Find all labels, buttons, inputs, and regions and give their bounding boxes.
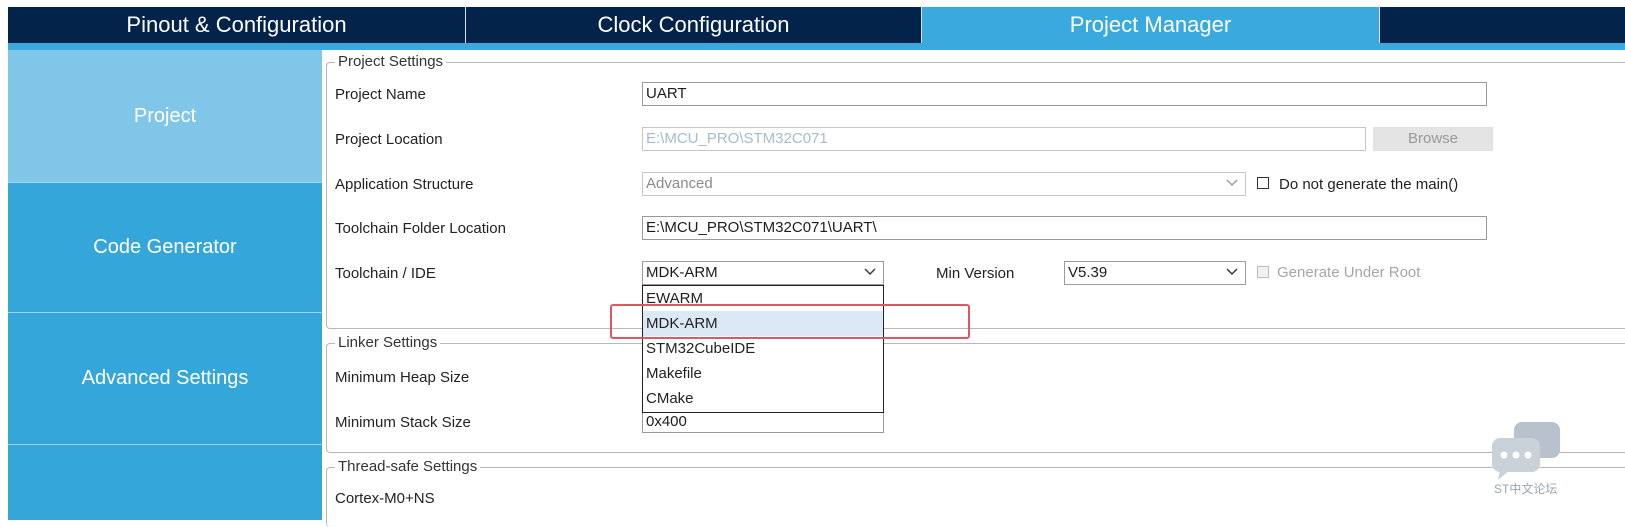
project-name-label: Project Name bbox=[335, 86, 426, 103]
application-structure-label: Application Structure bbox=[335, 176, 474, 193]
linker-settings-legend: Linker Settings bbox=[335, 334, 441, 351]
top-tab-bar: Pinout & Configuration Clock Configurati… bbox=[8, 7, 1625, 43]
sidebar-item-more[interactable] bbox=[8, 445, 322, 520]
chevron-down-icon bbox=[1226, 268, 1238, 275]
highlight-box bbox=[610, 304, 970, 339]
thread-safe-settings-group: Thread-safe Settings bbox=[326, 458, 1625, 527]
tab-project-manager[interactable]: Project Manager bbox=[922, 7, 1380, 43]
do-not-generate-main-checkbox[interactable] bbox=[1257, 177, 1269, 189]
dropdown-option-makefile[interactable]: Makefile bbox=[643, 361, 883, 386]
chevron-down-icon bbox=[864, 268, 876, 275]
application-structure-select[interactable]: Advanced bbox=[642, 172, 1246, 196]
sidebar-item-advanced-settings[interactable]: Advanced Settings bbox=[8, 313, 322, 445]
sidebar-item-project[interactable]: Project bbox=[8, 50, 322, 183]
project-location-label: Project Location bbox=[335, 131, 443, 148]
thread-safe-settings-legend: Thread-safe Settings bbox=[335, 458, 481, 475]
do-not-generate-main-label: Do not generate the main() bbox=[1279, 176, 1459, 193]
sidebar-item-label: Advanced Settings bbox=[81, 367, 249, 389]
toolchain-ide-select[interactable]: MDK-ARM bbox=[642, 261, 884, 285]
min-version-select[interactable]: V5.39 bbox=[1064, 261, 1246, 285]
dropdown-option-stm32cubeide[interactable]: STM32CubeIDE bbox=[643, 336, 883, 361]
toolchain-folder-label: Toolchain Folder Location bbox=[335, 220, 506, 237]
generate-under-root-checkbox[interactable] bbox=[1257, 266, 1269, 278]
minimum-stack-size-input[interactable]: 0x400 bbox=[642, 411, 884, 433]
chevron-down-icon bbox=[1226, 179, 1238, 186]
sidebar: Project Code Generator Advanced Settings bbox=[8, 50, 322, 520]
generate-under-root-label: Generate Under Root bbox=[1277, 264, 1421, 281]
project-name-input[interactable]: UART bbox=[642, 82, 1487, 106]
toolchain-ide-value: MDK-ARM bbox=[646, 264, 718, 281]
min-version-value: V5.39 bbox=[1068, 264, 1108, 281]
toolchain-ide-label: Toolchain / IDE bbox=[335, 265, 436, 282]
minimum-heap-size-label: Minimum Heap Size bbox=[335, 369, 470, 386]
application-structure-value: Advanced bbox=[646, 175, 713, 192]
watermark-text: ST中文论坛 bbox=[1494, 482, 1558, 496]
min-version-label: Min Version bbox=[936, 265, 1015, 282]
project-location-input[interactable]: E:\MCU_PRO\STM32C071 bbox=[642, 127, 1366, 151]
toolchain-folder-input[interactable]: E:\MCU_PRO\STM32C071\UART\ bbox=[642, 216, 1487, 240]
sidebar-item-code-generator[interactable]: Code Generator bbox=[8, 183, 322, 313]
sidebar-item-label: Code Generator bbox=[93, 236, 237, 258]
sidebar-item-label: Project bbox=[133, 104, 197, 127]
dropdown-option-cmake[interactable]: CMake bbox=[643, 386, 883, 411]
minimum-stack-size-label: Minimum Stack Size bbox=[335, 414, 471, 431]
tab-underline bbox=[8, 43, 1625, 50]
main-panel: Project Settings Linker Settings Thread-… bbox=[322, 50, 1625, 527]
linker-settings-group: Linker Settings bbox=[326, 334, 1625, 453]
browse-button[interactable]: Browse bbox=[1373, 127, 1493, 151]
tab-clock-configuration[interactable]: Clock Configuration bbox=[466, 7, 922, 43]
tab-pinout-configuration[interactable]: Pinout & Configuration bbox=[8, 7, 466, 43]
cortex-core-label: Cortex-M0+NS bbox=[335, 490, 435, 507]
project-settings-legend: Project Settings bbox=[335, 53, 447, 70]
